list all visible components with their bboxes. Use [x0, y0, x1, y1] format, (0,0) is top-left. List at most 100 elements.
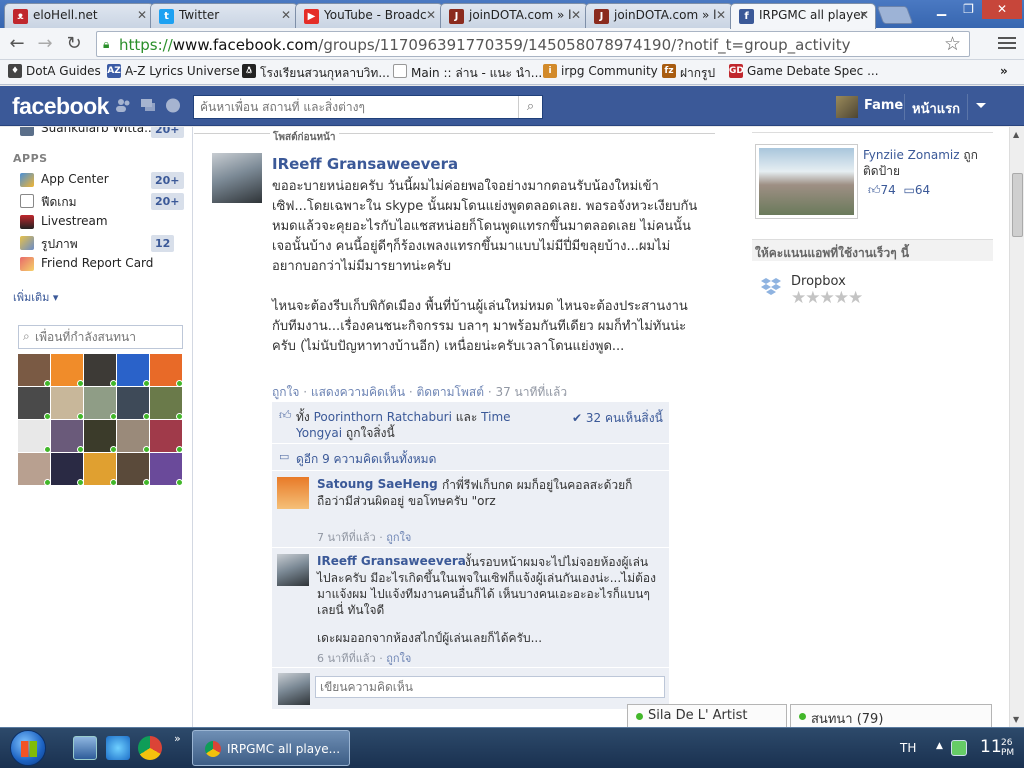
friend-avatar[interactable]: [51, 354, 84, 387]
friend-avatar[interactable]: [18, 420, 51, 453]
friend-avatar[interactable]: [117, 453, 150, 486]
chat-sidebar-toggle[interactable]: สนทนา (79): [790, 704, 992, 727]
more-chevron-icon[interactable]: »: [174, 732, 181, 745]
tab-joindota-2[interactable]: J joinDOTA.com » l ✕: [585, 3, 733, 28]
bookmark-fagroop[interactable]: fz ฝากรูป: [662, 64, 715, 83]
sidebar-item-games-feed[interactable]: ฟีดเกม: [20, 193, 77, 213]
close-icon[interactable]: ✕: [426, 8, 436, 22]
chrome-icon[interactable]: [138, 736, 162, 760]
sidebar-item-livestream[interactable]: Livestream: [20, 214, 108, 234]
friend-avatar[interactable]: [18, 453, 51, 486]
menu-icon[interactable]: [998, 34, 1016, 52]
post-author-link[interactable]: IReeff Gransaweevera: [272, 155, 458, 173]
bookmark-main[interactable]: Main :: ล่าน - แนะ นำ...: [393, 64, 542, 83]
sidebar-item-friend-report-card[interactable]: Friend Report Card: [20, 256, 153, 276]
close-icon[interactable]: ✕: [716, 8, 726, 22]
close-icon[interactable]: ✕: [571, 8, 581, 22]
new-tab-button[interactable]: [876, 6, 914, 24]
chat-tab[interactable]: Sila De L' Artist: [627, 704, 787, 727]
more-bookmarks-chevron-icon[interactable]: »: [1000, 64, 1008, 78]
tab-twitter[interactable]: t Twitter ✕: [150, 3, 298, 28]
liker-link[interactable]: Poorinthorn Ratchaburi: [314, 410, 452, 424]
clock[interactable]: 11 26 PM: [980, 737, 1014, 758]
tagged-user-link[interactable]: Fynziie Zonamiz: [863, 148, 960, 162]
show-desktop-icon[interactable]: [73, 736, 97, 760]
post-timestamp[interactable]: 37 นาทีที่แล้ว: [495, 385, 567, 399]
start-button[interactable]: [10, 730, 46, 766]
tray-expand-icon[interactable]: ▲: [936, 741, 943, 751]
messages-icon[interactable]: [140, 98, 156, 113]
reload-button[interactable]: ↻: [63, 33, 85, 55]
friend-avatar[interactable]: [84, 420, 117, 453]
like-link[interactable]: ถูกใจ: [386, 531, 411, 544]
bookmark-school[interactable]: 🐧︎ โรงเรียนสวนกุหลาบวิท...: [242, 64, 390, 83]
internet-explorer-icon[interactable]: [106, 736, 130, 760]
facebook-logo[interactable]: facebook: [12, 93, 109, 120]
tab-youtube[interactable]: ▶ YouTube - Broadc ✕: [295, 3, 443, 28]
close-icon[interactable]: ✕: [859, 8, 869, 22]
friend-avatar[interactable]: [84, 453, 117, 486]
close-icon[interactable]: ✕: [281, 8, 291, 22]
like-link[interactable]: ถูกใจ: [386, 652, 411, 665]
friend-avatar[interactable]: [117, 354, 150, 387]
view-more-comments-link[interactable]: ดูอีก 9 ความคิดเห็นทั้งหมด: [296, 450, 436, 469]
dropbox-icon[interactable]: [760, 275, 782, 297]
avatar[interactable]: [836, 96, 858, 118]
forward-button[interactable]: →: [34, 33, 56, 55]
avatar[interactable]: [277, 477, 309, 509]
friend-avatar[interactable]: [18, 354, 51, 387]
sidebar-item-app-center[interactable]: App Center: [20, 172, 109, 192]
sidebar-item-group[interactable]: Suankularb Witta...: [20, 127, 156, 141]
network-icon[interactable]: [951, 740, 967, 756]
scrollbar-thumb[interactable]: [1012, 173, 1023, 237]
bookmark-game-debate[interactable]: GD Game Debate Spec ...: [729, 64, 879, 78]
maximize-button[interactable]: ❐: [955, 0, 982, 19]
close-icon[interactable]: ✕: [137, 8, 147, 22]
bookmark-az-lyrics[interactable]: AZ A-Z Lyrics Universe: [107, 64, 240, 78]
friend-requests-icon[interactable]: [115, 98, 131, 113]
friend-avatar[interactable]: [84, 387, 117, 420]
app-name-link[interactable]: Dropbox: [791, 274, 846, 289]
bookmark-dota-guides[interactable]: ♦ DotA Guides: [8, 64, 101, 78]
friend-avatar[interactable]: [117, 387, 150, 420]
friend-avatar[interactable]: [51, 420, 84, 453]
friend-avatar[interactable]: [150, 453, 183, 486]
profile-link[interactable]: Fame: [864, 98, 903, 113]
bookmark-star-icon[interactable]: ☆: [944, 33, 961, 55]
avatar[interactable]: [277, 554, 309, 586]
close-window-button[interactable]: ✕: [982, 0, 1022, 19]
follow-post-link[interactable]: ติดตามโพสต์: [417, 385, 485, 399]
like-link[interactable]: ถูกใจ: [272, 385, 299, 399]
bookmark-irpg-community[interactable]: i irpg Community: [543, 64, 658, 78]
language-indicator[interactable]: TH: [900, 741, 916, 755]
comment-input[interactable]: [315, 676, 665, 698]
avatar[interactable]: [212, 153, 262, 203]
friend-avatar[interactable]: [18, 387, 51, 420]
friend-avatar[interactable]: [150, 354, 183, 387]
seen-by-link[interactable]: ✔ 32 คนเห็นสิ่งนี้: [572, 409, 663, 428]
minimize-button[interactable]: ▁: [928, 0, 955, 19]
friend-avatar[interactable]: [51, 453, 84, 486]
page-scrollbar[interactable]: ▲ ▼: [1009, 127, 1024, 727]
sidebar-item-photos[interactable]: รูปภาพ: [20, 235, 78, 255]
address-bar[interactable]: 🔒︎ https://www.facebook.com/groups/11709…: [96, 31, 970, 57]
tab-irpgmc[interactable]: f IRPGMC all player ✕: [730, 3, 876, 29]
friend-avatar[interactable]: [51, 387, 84, 420]
search-icon[interactable]: ⌕: [518, 96, 542, 118]
comment-link[interactable]: แสดงความคิดเห็น: [311, 385, 405, 399]
scroll-down-icon[interactable]: ▼: [1013, 715, 1019, 724]
friend-avatar[interactable]: [117, 420, 150, 453]
scroll-up-icon[interactable]: ▲: [1013, 130, 1019, 139]
friend-avatar[interactable]: [84, 354, 117, 387]
friend-avatar[interactable]: [150, 420, 183, 453]
home-link[interactable]: หน้าแรก: [912, 98, 960, 119]
friend-avatar[interactable]: [150, 387, 183, 420]
search-input[interactable]: [194, 96, 514, 118]
star-rating[interactable]: ★★★★★: [791, 288, 863, 308]
tab-joindota-1[interactable]: J joinDOTA.com » l ✕: [440, 3, 588, 28]
chat-search-input[interactable]: [35, 328, 179, 346]
back-button[interactable]: ←: [6, 33, 28, 55]
taskbar-window-chrome[interactable]: IRPGMC all playe...: [192, 730, 350, 766]
see-more-link[interactable]: เพิ่มเติม ▾: [13, 288, 58, 306]
tagged-photo[interactable]: [755, 144, 858, 219]
